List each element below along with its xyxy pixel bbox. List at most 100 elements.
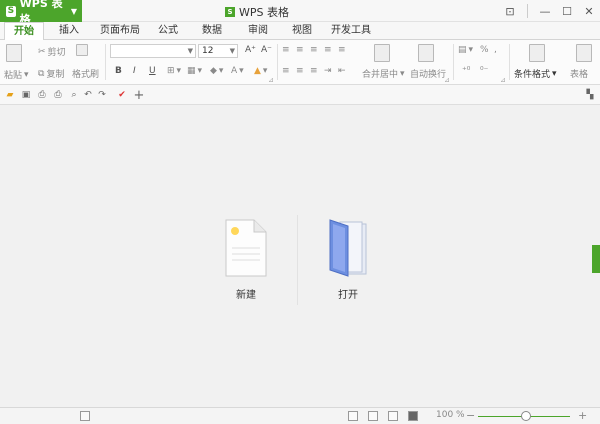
highlight-button[interactable]: ▲ ▾	[254, 66, 267, 76]
merge-center-icon-button[interactable]	[374, 44, 390, 62]
save-icon[interactable]: ▣	[20, 89, 32, 101]
chevron-down-icon: ▾	[552, 68, 557, 79]
page-break-view-icon[interactable]	[388, 411, 398, 421]
open-folder-blue-icon	[329, 219, 367, 277]
reading-mode-icon[interactable]	[408, 411, 418, 421]
tab-formulas[interactable]: 公式	[153, 22, 183, 40]
align-middle-button[interactable]: ≡	[296, 45, 304, 55]
align-center-button[interactable]: ≡	[338, 45, 346, 55]
wrap-text-button[interactable]: 自动换行	[410, 67, 446, 80]
minimize-button[interactable]: —	[534, 0, 556, 22]
save-as-icon[interactable]: ⎙	[36, 89, 48, 101]
page-layout-view-icon[interactable]	[368, 411, 378, 421]
pin-icon[interactable]: ✔	[116, 89, 128, 101]
indent-button[interactable]: ⇥	[324, 66, 332, 76]
paste-icon	[6, 44, 22, 62]
scissors-icon: ✂	[38, 46, 46, 57]
redo-icon[interactable]: ↷	[96, 89, 108, 101]
dialog-launcher-icon[interactable]: ⊿	[268, 76, 274, 84]
undo-icon[interactable]: ↶	[82, 89, 94, 101]
fill-style-button[interactable]: ▦ ▾	[187, 66, 202, 76]
format-painter-button[interactable]: 格式刷	[72, 67, 99, 80]
increase-decimal-button[interactable]: ⁺⁰	[462, 66, 470, 76]
align-left-button[interactable]: ≡	[324, 45, 332, 55]
title-bar: S WPS 表格 ▼ S WPS 表格 ⊡ — ☐ ✕	[0, 0, 600, 26]
shrink-font-label: A⁻	[261, 45, 272, 55]
start-page: 新建 打开	[0, 105, 600, 407]
decrease-decimal-button[interactable]: ⁰⁻	[480, 66, 488, 76]
open-folder-icon[interactable]: ▰	[4, 89, 16, 101]
print-icon[interactable]: ⎙	[52, 89, 64, 101]
table-style-icon-button[interactable]	[576, 44, 592, 62]
new-document-icon	[225, 219, 267, 277]
thousands-separator-button[interactable]: ,	[494, 45, 497, 55]
page-icon[interactable]	[80, 411, 90, 421]
window-controls-divider	[527, 4, 528, 18]
tab-view[interactable]: 视图	[287, 22, 317, 40]
zoom-in-icon[interactable]: +	[578, 409, 587, 422]
italic-button[interactable]: I	[133, 66, 136, 76]
tab-data[interactable]: 数据	[197, 22, 227, 40]
wrap-text-icon-button[interactable]	[418, 44, 434, 62]
tab-review[interactable]: 审阅	[243, 22, 273, 40]
open-document-button[interactable]: 打开	[326, 218, 370, 301]
copy-button[interactable]: ⧉ 复制	[38, 67, 64, 81]
new-label: 新建	[236, 290, 256, 301]
wps-app-menu-button[interactable]: S WPS 表格 ▼	[0, 0, 82, 26]
open-label: 打开	[338, 290, 358, 301]
number-format-button[interactable]: ▤ ▾	[458, 45, 473, 55]
zoom-slider-thumb[interactable]	[521, 411, 531, 421]
wps-logo-icon: S	[6, 5, 16, 17]
distributed-button[interactable]: ≡	[310, 66, 318, 76]
new-document-button[interactable]: 新建	[222, 218, 270, 301]
maximize-button[interactable]: ☐	[556, 0, 578, 22]
borders-button[interactable]: ⊞ ▾	[167, 66, 181, 76]
table-style-icon	[576, 44, 592, 62]
chevron-down-icon: ▾	[239, 66, 244, 76]
format-painter-icon-button[interactable]	[76, 44, 88, 56]
font-color-button[interactable]: A ▾	[231, 66, 244, 76]
grow-font-button[interactable]: A⁺	[245, 45, 256, 55]
percent-button[interactable]: %	[480, 45, 489, 55]
zoom-out-icon[interactable]: −	[466, 409, 475, 422]
number-format-icon: ▤	[458, 45, 467, 55]
align-top-button[interactable]: ≡	[282, 45, 290, 55]
bold-button[interactable]: B	[115, 66, 122, 76]
outdent-button[interactable]: ⇤	[338, 66, 346, 76]
print-preview-icon[interactable]: ⌕	[68, 89, 80, 101]
conditional-format-button[interactable]: 条件格式 ▾	[514, 67, 557, 81]
ribbon-separator	[105, 44, 106, 80]
paste-label-button[interactable]: 粘贴 ▾	[4, 68, 29, 82]
ribbon-collapse-icon[interactable]: ▚	[584, 89, 596, 101]
align-right-button[interactable]: ≡	[282, 66, 290, 76]
dialog-launcher-icon[interactable]: ⊿	[444, 76, 450, 84]
sidebar-toggle-handle[interactable]	[592, 245, 600, 273]
shrink-font-button[interactable]: A⁻	[261, 45, 272, 55]
chevron-down-icon: ▼	[187, 47, 193, 55]
grow-font-label: A⁺	[245, 45, 256, 55]
tab-insert[interactable]: 插入	[52, 22, 86, 40]
ribbon-separator	[509, 44, 510, 80]
add-icon[interactable]: +	[133, 88, 145, 103]
tab-home[interactable]: 开始	[4, 22, 44, 41]
font-size-value: 12	[202, 46, 214, 56]
justify-button[interactable]: ≡	[296, 66, 304, 76]
tab-developer[interactable]: 开发工具	[327, 22, 375, 40]
table-style-button[interactable]: 表格	[570, 67, 588, 80]
fill-color-button[interactable]: ◆ ▾	[210, 66, 223, 76]
brush-icon	[76, 44, 88, 56]
paste-button[interactable]	[6, 44, 22, 62]
align-left-icon: ≡	[324, 45, 332, 55]
dialog-launcher-icon[interactable]: ⊿	[500, 76, 506, 84]
skin-icon[interactable]: ⊡	[499, 0, 521, 22]
underline-button[interactable]: U	[149, 66, 156, 76]
normal-view-icon[interactable]	[348, 411, 358, 421]
cut-button[interactable]: ✂ 剪切	[38, 45, 66, 59]
tab-page-layout[interactable]: 页面布局	[96, 22, 144, 40]
merge-center-button[interactable]: 合并居中 ▾	[362, 67, 405, 81]
conditional-format-icon-button[interactable]	[529, 44, 545, 62]
align-bottom-button[interactable]: ≡	[310, 45, 318, 55]
font-name-combo[interactable]: ▼	[110, 44, 196, 58]
font-size-combo[interactable]: 12 ▼	[198, 44, 238, 58]
close-button[interactable]: ✕	[578, 0, 600, 22]
